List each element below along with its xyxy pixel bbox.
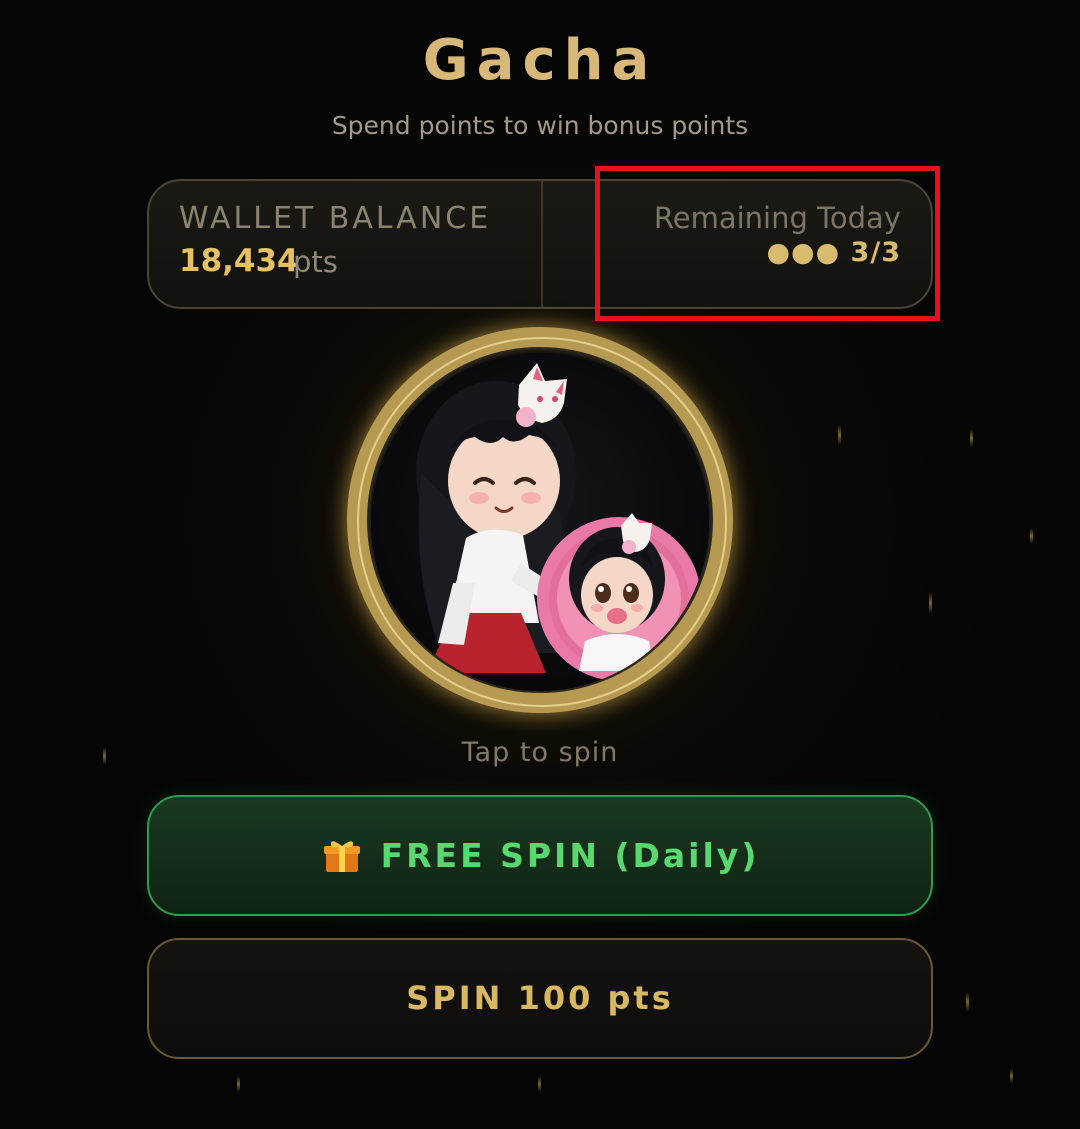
wheel-character-art bbox=[371, 353, 709, 691]
wallet-balance-value: 18,434 bbox=[179, 243, 299, 279]
free-spin-label: FREE SPIN (Daily) bbox=[380, 836, 760, 875]
page-subtitle: Spend points to win bonus points bbox=[331, 111, 749, 140]
sparkle-decoration bbox=[838, 425, 841, 445]
gacha-wheel[interactable] bbox=[330, 314, 750, 734]
wallet-balance-unit: pts bbox=[293, 245, 338, 279]
paid-spin-label: SPIN 100 pts bbox=[406, 979, 674, 1017]
tap-to-spin-hint: Tap to spin bbox=[461, 737, 619, 768]
stats-divider bbox=[541, 181, 543, 307]
page-title: Gacha bbox=[422, 28, 658, 93]
wallet-balance-label: WALLET BALANCE bbox=[179, 201, 492, 236]
sparkle-decoration bbox=[237, 1076, 240, 1092]
sparkle-decoration bbox=[1030, 528, 1033, 544]
free-spin-button[interactable]: FREE SPIN (Daily) bbox=[147, 795, 933, 916]
remaining-today-label: Remaining Today bbox=[653, 201, 901, 235]
gift-icon bbox=[323, 840, 360, 872]
stats-card: WALLET BALANCE 18,434 pts Remaining Toda… bbox=[147, 179, 933, 309]
sparkle-decoration bbox=[1010, 1069, 1013, 1083]
paid-spin-button[interactable]: SPIN 100 pts bbox=[147, 938, 933, 1059]
remaining-today-value: ●●● 3/3 bbox=[766, 237, 901, 268]
character-illustration-icon bbox=[371, 353, 709, 691]
free-spin-content: FREE SPIN (Daily) bbox=[149, 797, 931, 914]
sparkle-decoration bbox=[538, 1076, 541, 1092]
sparkle-decoration bbox=[970, 429, 973, 447]
sparkle-decoration bbox=[929, 592, 932, 614]
sparkle-decoration bbox=[966, 992, 969, 1012]
